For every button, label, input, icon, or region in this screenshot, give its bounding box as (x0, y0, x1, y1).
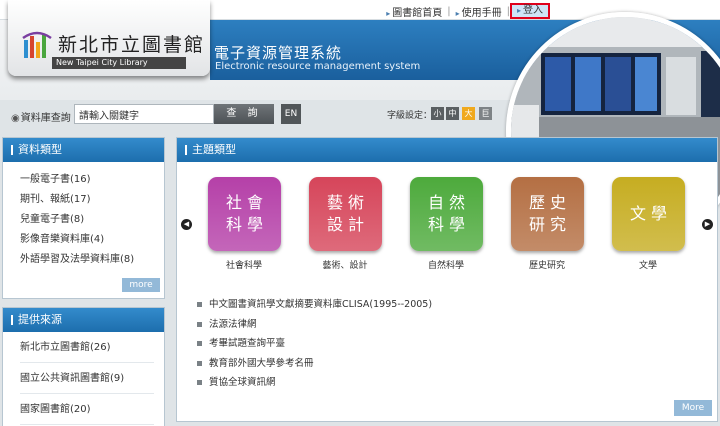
type-item[interactable]: 期刊、報紙(17) (20, 190, 164, 210)
database-link[interactable]: 法源法律網 (197, 315, 432, 335)
subject-caption[interactable]: 歷史研究 (502, 258, 592, 271)
subject-caption[interactable]: 社會科學 (199, 258, 289, 271)
subject-tile-literature[interactable]: 文學 (612, 177, 685, 251)
subject-tile-social-science[interactable]: 社會 科學 (208, 177, 281, 251)
english-button[interactable]: EN (281, 104, 301, 124)
subject-tile-history[interactable]: 歷史 研究 (511, 177, 584, 251)
subject-panel: 主題類型 ◀ ▶ 社會 科學 社會科學 藝術 設計 藝術、設計 自然 科學 自然… (176, 137, 718, 422)
library-logo[interactable]: 新北市立圖書館 New Taipei City Library (8, 0, 210, 76)
carousel-next-icon[interactable]: ▶ (702, 219, 713, 230)
type-item[interactable]: 一般電子書(16) (20, 170, 164, 190)
carousel-prev-icon[interactable]: ◀ (181, 219, 192, 230)
source-item[interactable]: 新北市立圖書館(26) (20, 332, 154, 363)
database-link[interactable]: 教育部外國大學參考名冊 (197, 354, 432, 374)
subject-more-button[interactable]: More (674, 400, 712, 416)
library-name-cn: 新北市立圖書館 (58, 34, 206, 56)
subject-caption[interactable]: 藝術、設計 (300, 258, 390, 271)
type-item[interactable]: 外語學習及法學資料庫(8) (20, 250, 164, 270)
subject-tile-art-design[interactable]: 藝術 設計 (309, 177, 382, 251)
source-title: 提供來源 (3, 308, 164, 332)
type-more-button[interactable]: more (122, 278, 160, 292)
source-panel: 提供來源 新北市立圖書館(26) 國立公共資訊圖書館(9) 國家圖書館(20) (2, 307, 165, 426)
resource-type-title: 資料類型 (3, 138, 164, 162)
search-input[interactable] (74, 104, 214, 124)
database-link-list: 中文圖書資訊學文獻摘要資料庫CLISA(1995--2005) 法源法律網 考畢… (197, 295, 432, 393)
resource-type-list: 一般電子書(16) 期刊、報紙(17) 兒童電子書(8) 影像音樂資料庫(4) … (3, 162, 164, 270)
database-link[interactable]: 考畢試題查詢平臺 (197, 334, 432, 354)
font-size-medium-button[interactable]: 中 (446, 107, 459, 120)
source-item[interactable]: 國立公共資訊圖書館(9) (20, 363, 154, 394)
database-search-label: 資料庫查詢 (11, 109, 71, 124)
library-logo-icon (22, 31, 52, 58)
library-home-link[interactable]: 圖書館首頁 (381, 4, 447, 19)
font-size-huge-button[interactable]: 巨 (479, 107, 492, 120)
database-link[interactable]: 中文圖書資訊學文獻摘要資料庫CLISA(1995--2005) (197, 295, 432, 315)
subject-caption[interactable]: 自然科學 (401, 258, 491, 271)
subject-caption[interactable]: 文學 (603, 258, 693, 271)
database-link[interactable]: 質協全球資訊網 (197, 373, 432, 393)
search-button[interactable]: 查 詢 (214, 104, 274, 124)
system-title: 電子資源管理系統 (214, 44, 343, 62)
login-link[interactable]: 登入 (509, 3, 550, 19)
source-list: 新北市立圖書館(26) 國立公共資訊圖書館(9) 國家圖書館(20) (3, 332, 164, 425)
subject-title: 主題類型 (177, 138, 717, 162)
system-subtitle: Electronic resource management system (215, 61, 421, 72)
header: 圖書館首頁 | 使用手冊 | 登入 電子資源管理系統 Electronic re… (0, 0, 720, 250)
subject-tile-natural-science[interactable]: 自然 科學 (410, 177, 483, 251)
font-size-label: 字級設定： (387, 111, 433, 121)
font-size-large-button[interactable]: 大 (462, 107, 475, 120)
type-item[interactable]: 兒童電子書(8) (20, 210, 164, 230)
resource-type-panel: 資料類型 一般電子書(16) 期刊、報紙(17) 兒童電子書(8) 影像音樂資料… (2, 137, 165, 299)
type-item[interactable]: 影像音樂資料庫(4) (20, 230, 164, 250)
top-links: 圖書館首頁 | 使用手冊 | 登入 (381, 3, 550, 19)
font-size-small-button[interactable]: 小 (431, 107, 444, 120)
user-manual-link[interactable]: 使用手冊 (451, 4, 507, 19)
library-name-en: New Taipei City Library (52, 57, 186, 69)
source-item[interactable]: 國家圖書館(20) (20, 394, 154, 425)
